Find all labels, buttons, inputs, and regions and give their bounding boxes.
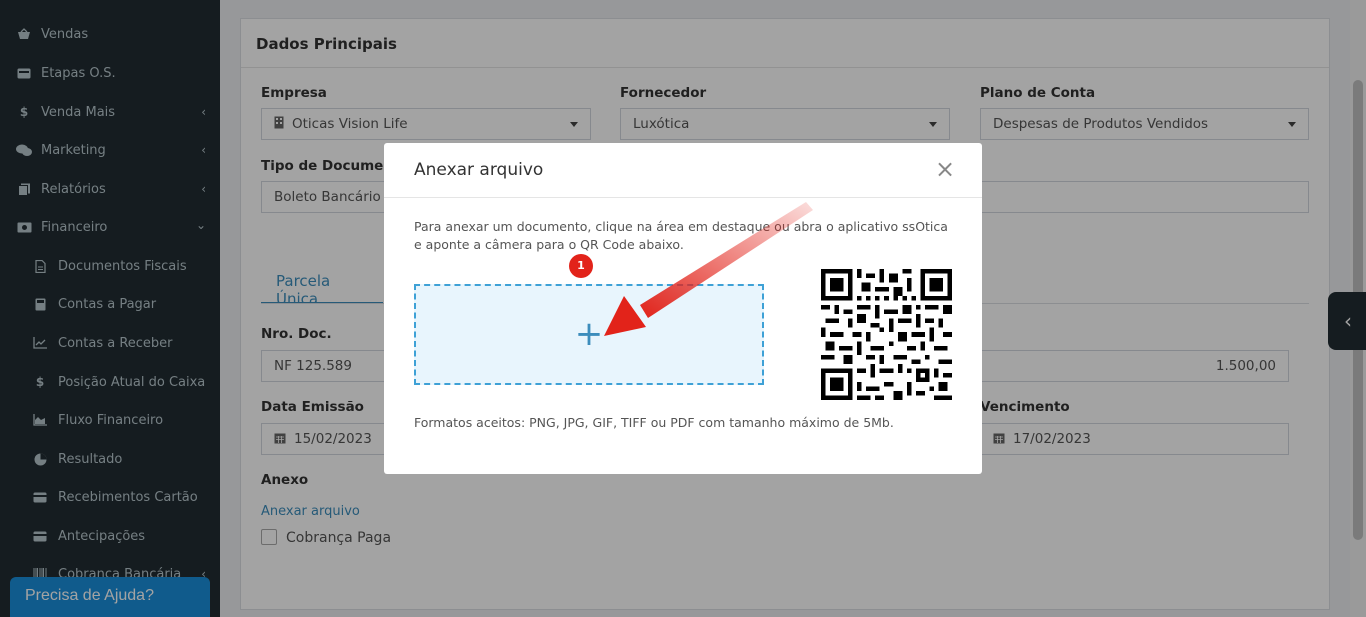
modal-description: Para anexar um documento, clique na área… xyxy=(414,219,948,252)
file-dropzone[interactable]: + xyxy=(414,284,764,385)
plus-icon: + xyxy=(574,314,604,354)
step-badge: 1 xyxy=(569,254,593,278)
modal-title: Anexar arquivo xyxy=(414,160,544,180)
qr-code-icon xyxy=(821,269,952,400)
attach-file-modal: Anexar arquivo × Para anexar um document… xyxy=(384,143,982,474)
modal-divider xyxy=(384,197,982,198)
close-icon[interactable]: × xyxy=(935,155,955,183)
formats-note: Formatos aceitos: PNG, JPG, GIF, TIFF ou… xyxy=(414,415,894,430)
